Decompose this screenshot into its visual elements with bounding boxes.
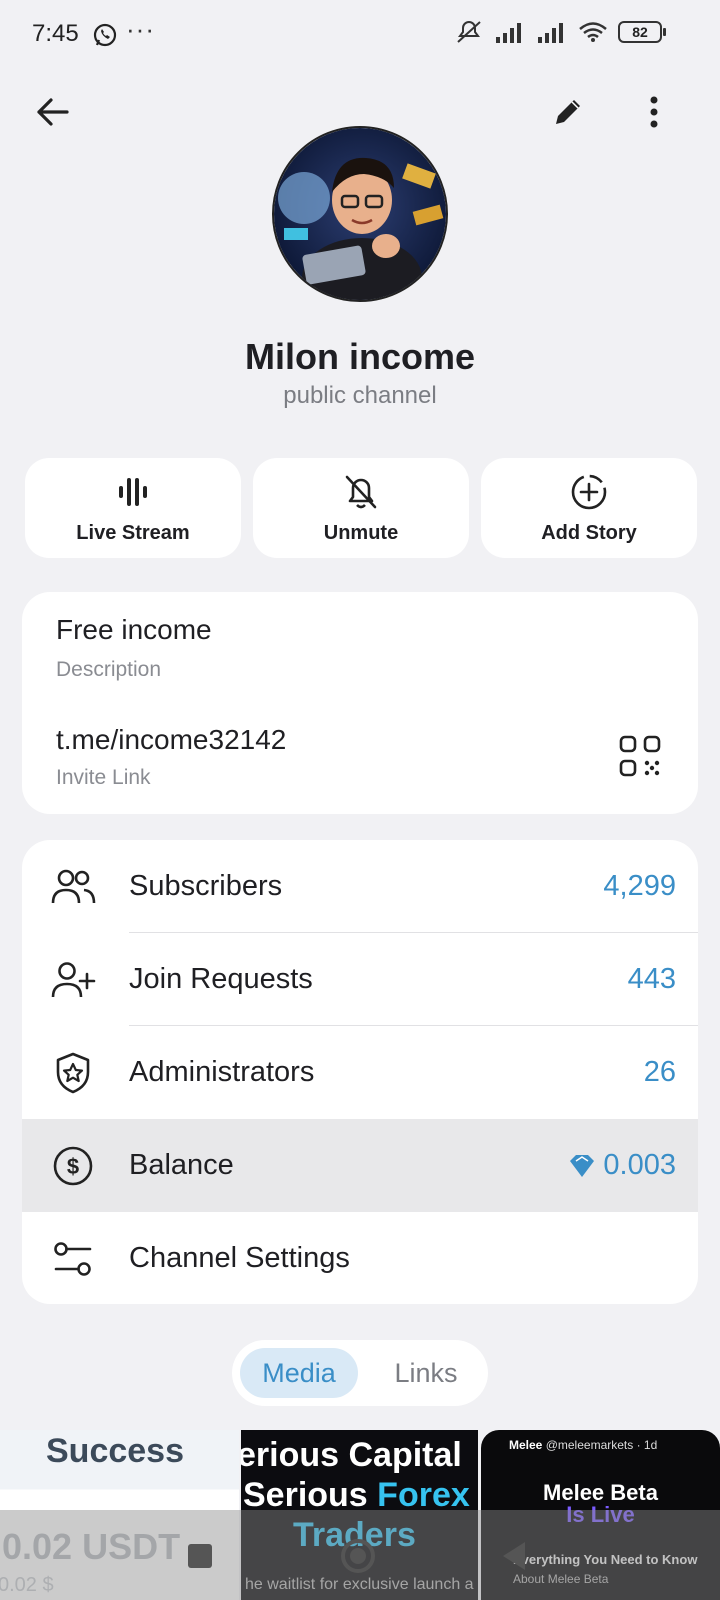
recents-button[interactable] — [178, 1534, 222, 1578]
media-item-handle: @meleemarkets · 1d — [545, 1438, 658, 1452]
unmute-button[interactable]: Unmute — [253, 458, 469, 558]
live-stream-icon — [116, 472, 150, 512]
status-time: 7:45 — [32, 20, 79, 47]
subscribers-value: 4,299 — [603, 870, 676, 902]
subscribers-label: Subscribers — [129, 870, 283, 902]
channel-type: public channel — [283, 382, 437, 409]
description-text: Free income — [56, 614, 212, 645]
join-requests-label: Join Requests — [129, 963, 313, 995]
add-story-label: Add Story — [541, 522, 637, 544]
tab-links[interactable]: Links — [372, 1348, 480, 1398]
nav-back-button[interactable] — [492, 1534, 536, 1578]
media-item-line: erious Capital — [241, 1436, 462, 1474]
media-item-title: Success — [46, 1432, 184, 1470]
arrow-left-icon — [37, 98, 69, 126]
tab-media[interactable]: Media — [240, 1348, 358, 1398]
signal-icon — [496, 23, 521, 43]
media-item-text: Serious — [243, 1476, 378, 1514]
media-item-header: Melee @meleemarkets · 1d — [509, 1438, 657, 1452]
more-vertical-icon — [650, 96, 658, 128]
diamond-icon — [570, 1154, 595, 1177]
add-story-icon — [570, 472, 608, 512]
info-card: Free income Description t.me/income32142… — [22, 592, 698, 814]
more-options-button[interactable] — [626, 84, 682, 140]
join-requests-row[interactable]: Join Requests 443 — [22, 933, 698, 1026]
administrators-row[interactable]: Administrators 26 — [22, 1026, 698, 1119]
edit-button[interactable] — [540, 84, 596, 140]
system-nav-bar — [0, 1510, 720, 1600]
invite-link[interactable]: t.me/income32142 — [56, 724, 286, 756]
shield-star-icon — [50, 1050, 96, 1096]
description-label: Description — [56, 658, 162, 681]
media-tabs: Media Links — [232, 1340, 488, 1406]
status-bar: 7:45 ··· 82 — [0, 0, 720, 72]
unmute-label: Unmute — [323, 522, 399, 544]
subscribers-row[interactable]: Subscribers 4,299 — [22, 840, 698, 933]
live-stream-button[interactable]: Live Stream — [25, 458, 241, 558]
wifi-icon — [579, 22, 607, 42]
pencil-icon — [556, 100, 580, 124]
settings-sliders-icon — [50, 1236, 96, 1282]
whatsapp-icon — [92, 22, 118, 48]
status-indicators: 82 — [454, 20, 666, 44]
channel-settings-row[interactable]: Channel Settings — [22, 1212, 698, 1304]
invite-link-label: Invite Link — [56, 766, 151, 789]
channel-avatar[interactable] — [272, 126, 448, 302]
administrators-label: Administrators — [129, 1056, 315, 1088]
balance-value-group: 0.003 — [567, 1149, 676, 1182]
dollar-circle-icon: $ — [50, 1143, 96, 1189]
balance-value: 0.003 — [603, 1149, 676, 1181]
channel-settings-label: Channel Settings — [129, 1242, 350, 1274]
user-add-icon — [50, 957, 96, 1003]
stats-card: Subscribers 4,299 Join Requests 443 Admi… — [22, 840, 698, 1304]
channel-name: Milon income — [244, 336, 475, 377]
join-requests-value: 443 — [627, 963, 676, 995]
qr-code-button[interactable] — [618, 734, 662, 778]
administrators-value: 26 — [643, 1056, 676, 1088]
media-item-highlight: Forex — [377, 1476, 470, 1514]
svg-text:$: $ — [67, 1154, 79, 1179]
balance-label: Balance — [129, 1149, 234, 1181]
media-item-author: Melee — [509, 1438, 543, 1452]
square-icon — [188, 1544, 212, 1568]
battery-icon: 82 — [618, 21, 666, 43]
circle-icon — [341, 1539, 375, 1573]
qr-code-icon — [619, 735, 661, 777]
triangle-back-icon — [503, 1542, 525, 1570]
balance-row[interactable]: $ Balance 0.003 — [22, 1119, 698, 1212]
users-icon — [50, 864, 96, 910]
live-stream-label: Live Stream — [76, 522, 190, 544]
status-more-dots: ··· — [126, 14, 155, 44]
mute-icon — [457, 21, 481, 43]
signal-icon-2 — [538, 23, 563, 43]
home-button[interactable] — [336, 1534, 380, 1578]
bell-off-icon — [343, 472, 379, 512]
back-button[interactable] — [24, 84, 80, 140]
add-story-button[interactable]: Add Story — [481, 458, 697, 558]
